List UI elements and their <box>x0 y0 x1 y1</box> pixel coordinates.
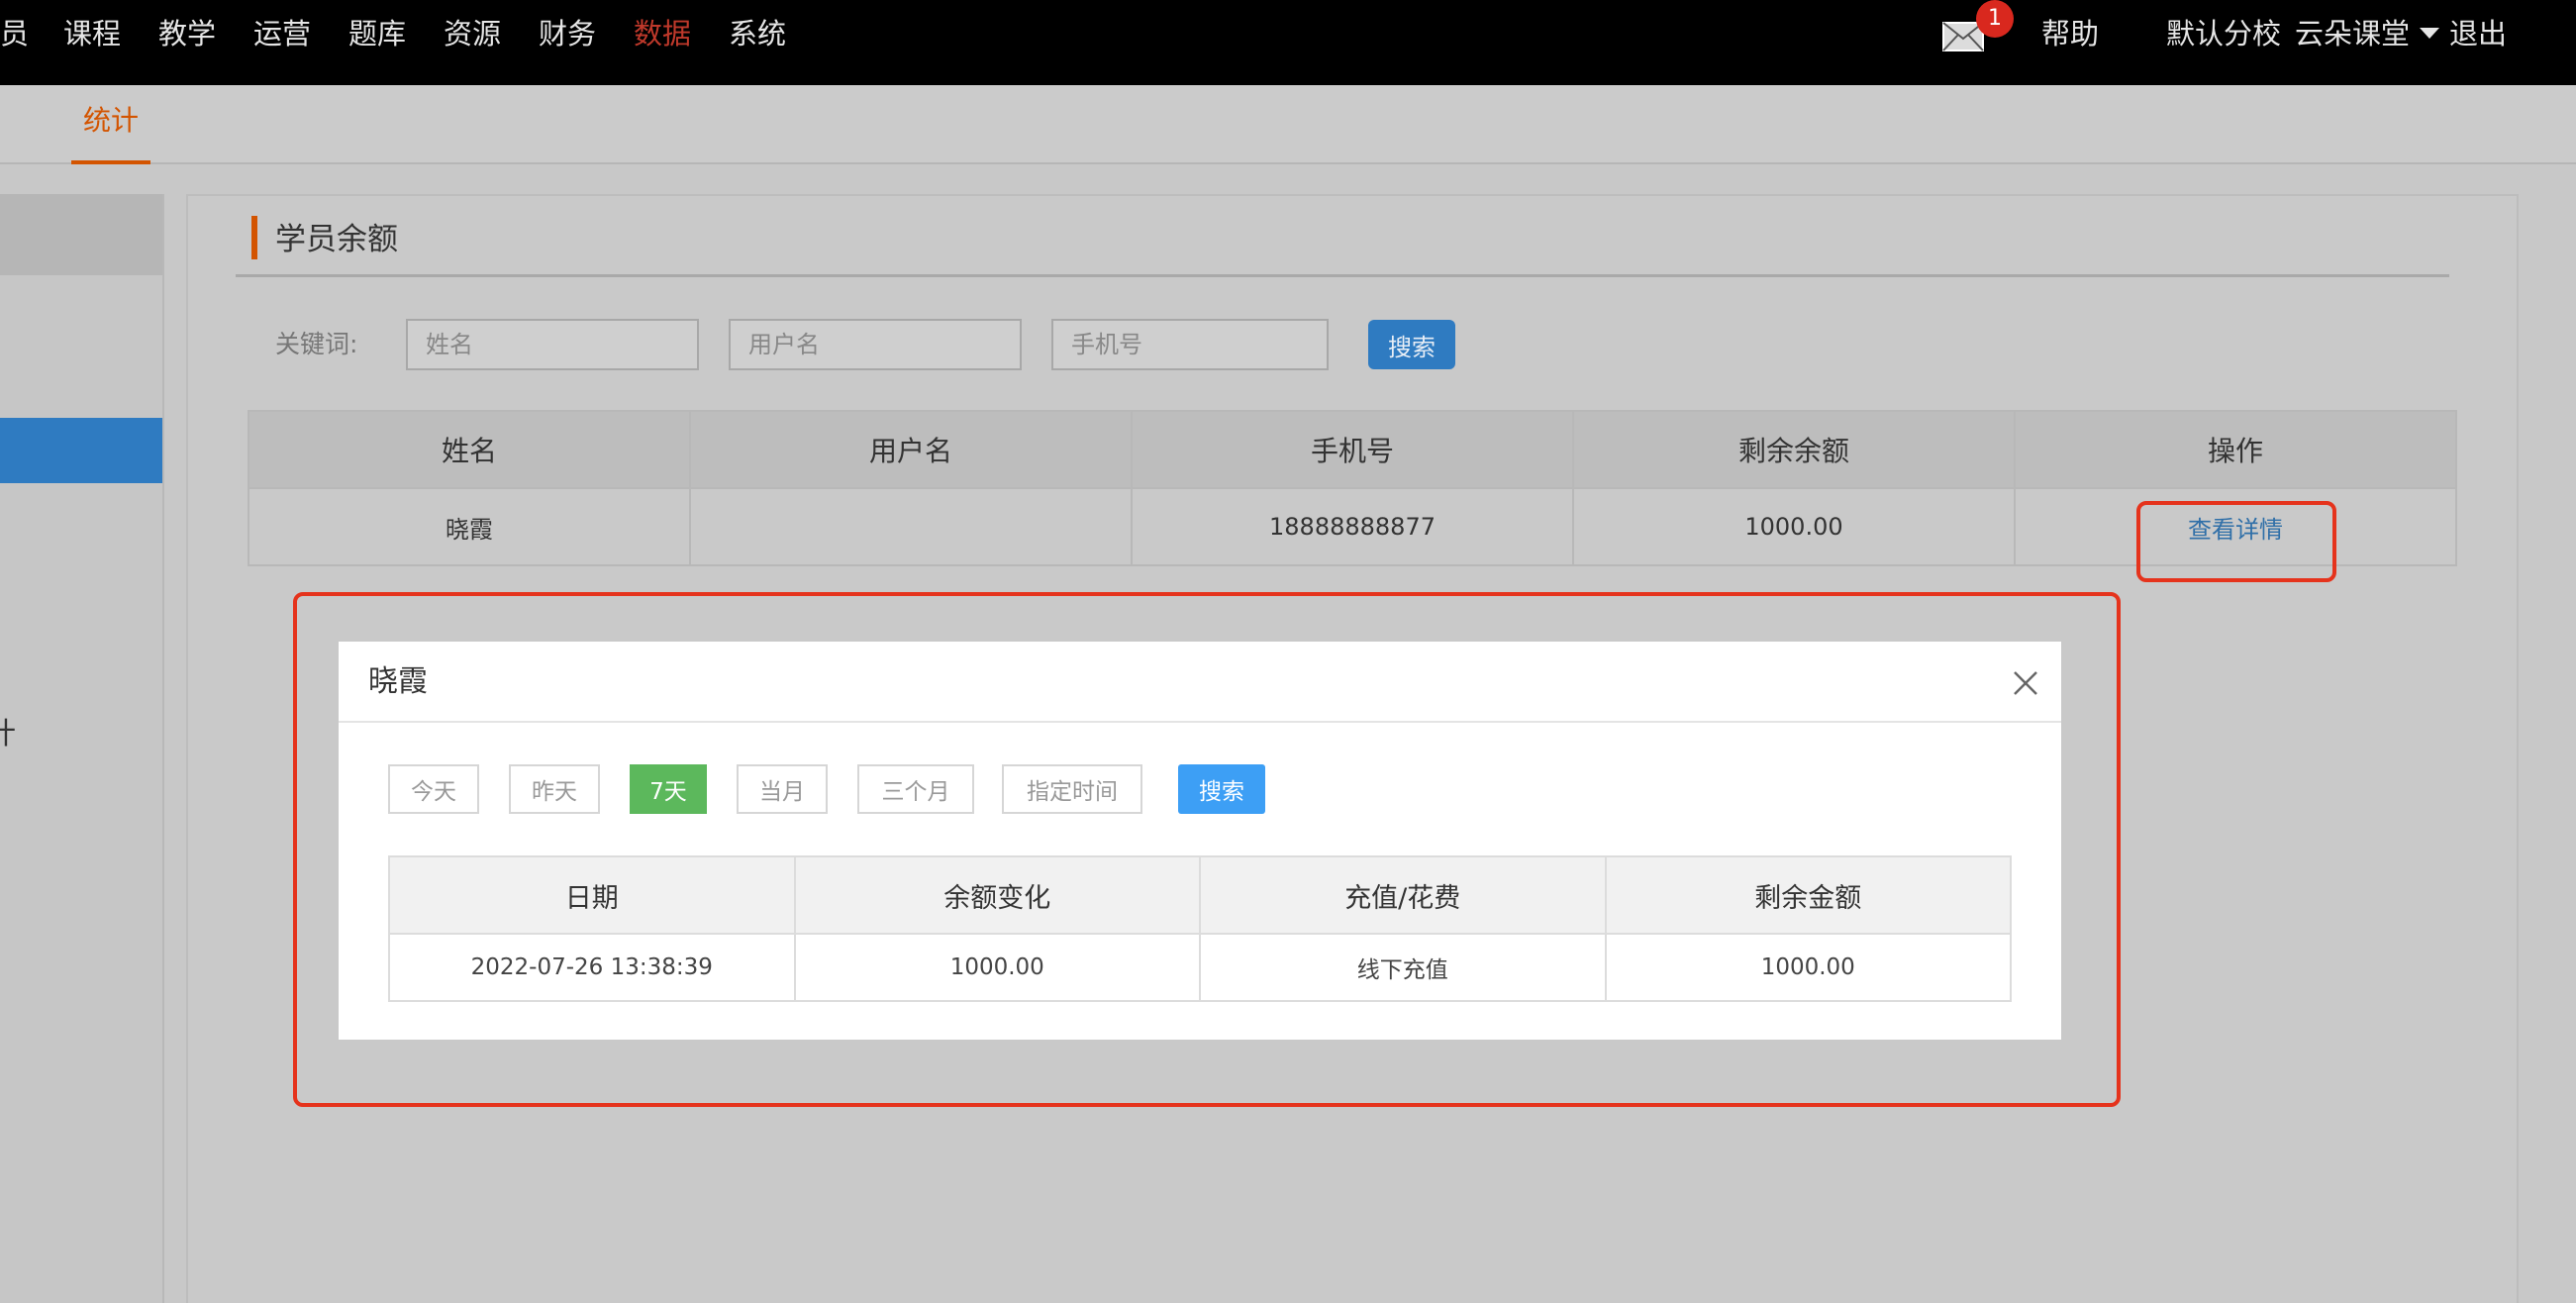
column-header-date: 日期 <box>388 855 796 935</box>
filter-today[interactable]: 今天 <box>388 764 479 814</box>
keyword-label: 关键词: <box>275 330 358 358</box>
username-input[interactable] <box>729 319 1022 370</box>
filter-three-months[interactable]: 三个月 <box>857 764 974 814</box>
name-input[interactable] <box>406 319 699 370</box>
nav-item-courses[interactable]: 课程 <box>63 16 121 51</box>
mail-badge: 1 <box>1976 0 2014 38</box>
annotation-highlight-details <box>2136 501 2336 582</box>
phone-input[interactable] <box>1051 319 1329 370</box>
filter-7-days[interactable]: 7天 <box>630 764 707 814</box>
help-link[interactable]: 帮助 <box>2041 16 2099 51</box>
cell-date: 2022-07-26 13:38:39 <box>388 933 796 1002</box>
sidebar-item-active[interactable] <box>0 418 162 483</box>
cell-phone: 18888888877 <box>1131 487 1574 566</box>
sub-navigation-bar: 统计 <box>0 85 2576 164</box>
title-divider <box>236 274 2449 277</box>
column-header-balance: 剩余余额 <box>1572 410 2016 489</box>
balance-history-table: 日期 余额变化 充值/花费 剩余金额 2022-07-26 13:38:39 1… <box>388 855 2012 1002</box>
page-title: 学员余额 <box>275 222 398 257</box>
column-header-action: 操作 <box>2014 410 2457 489</box>
user-menu[interactable]: 云朵课堂 <box>2295 16 2410 51</box>
search-button[interactable]: 搜索 <box>1368 320 1455 369</box>
nav-item-students[interactable]: 员 <box>0 16 29 51</box>
modal-header: 晓霞 <box>339 642 2061 723</box>
tab-statistics[interactable]: 统计 <box>71 103 150 139</box>
sidebar: 计 <box>0 194 164 1303</box>
nav-item-system[interactable]: 系统 <box>729 16 786 51</box>
mail-button[interactable]: 1 <box>1942 0 2014 57</box>
table-header-row: 姓名 用户名 手机号 剩余余额 操作 <box>248 410 2457 489</box>
cell-name: 晓霞 <box>248 487 691 566</box>
column-header-remaining: 剩余金额 <box>1604 855 2012 935</box>
balance-detail-modal: 晓霞 今天 昨天 7天 当月 三个月 指定时间 搜索 日期 余额变化 充值/花费… <box>339 642 2061 1040</box>
column-header-balance-change: 余额变化 <box>793 855 1201 935</box>
filter-this-month[interactable]: 当月 <box>737 764 828 814</box>
title-accent-bar <box>251 216 257 259</box>
column-header-recharge-spend: 充值/花费 <box>1199 855 1607 935</box>
cell-remaining: 1000.00 <box>1604 933 2012 1002</box>
cell-change: 1000.00 <box>793 933 1201 1002</box>
student-balance-table: 姓名 用户名 手机号 剩余余额 操作 晓霞 18888888877 1000.0… <box>248 410 2457 566</box>
column-header-username: 用户名 <box>689 410 1133 489</box>
table-row: 2022-07-26 13:38:39 1000.00 线下充值 1000.00 <box>388 933 2012 1002</box>
table-header-row: 日期 余额变化 充值/花费 剩余金额 <box>388 855 2012 935</box>
filter-yesterday[interactable]: 昨天 <box>509 764 600 814</box>
sidebar-header <box>0 194 162 275</box>
column-header-phone: 手机号 <box>1131 410 1574 489</box>
table-row: 晓霞 18888888877 1000.00 查看详情 <box>248 487 2457 566</box>
close-icon[interactable] <box>2010 667 2041 699</box>
modal-title: 晓霞 <box>368 664 428 699</box>
nav-item-question-bank[interactable]: 题库 <box>348 16 406 51</box>
logout-link[interactable]: 退出 <box>2449 16 2507 51</box>
modal-search-button[interactable]: 搜索 <box>1178 764 1265 814</box>
cell-username <box>689 487 1133 566</box>
nav-item-data[interactable]: 数据 <box>634 16 691 51</box>
filter-custom-time[interactable]: 指定时间 <box>1002 764 1142 814</box>
tab-active-indicator <box>71 160 150 164</box>
cell-type: 线下充值 <box>1199 933 1607 1002</box>
school-selector[interactable]: 默认分校 <box>2166 16 2281 51</box>
column-header-name: 姓名 <box>248 410 691 489</box>
chevron-down-icon[interactable] <box>2420 28 2439 39</box>
nav-item-resources[interactable]: 资源 <box>444 16 501 51</box>
nav-item-finance[interactable]: 财务 <box>539 16 596 51</box>
top-navigation-bar: 员 课程 教学 运营 题库 资源 财务 数据 系统 1 帮助 默认分校 云朵课堂… <box>0 0 2576 85</box>
cell-balance: 1000.00 <box>1572 487 2016 566</box>
sidebar-item-label[interactable]: 计 <box>0 709 16 752</box>
nav-item-teaching[interactable]: 教学 <box>158 16 216 51</box>
nav-item-operations[interactable]: 运营 <box>253 16 311 51</box>
